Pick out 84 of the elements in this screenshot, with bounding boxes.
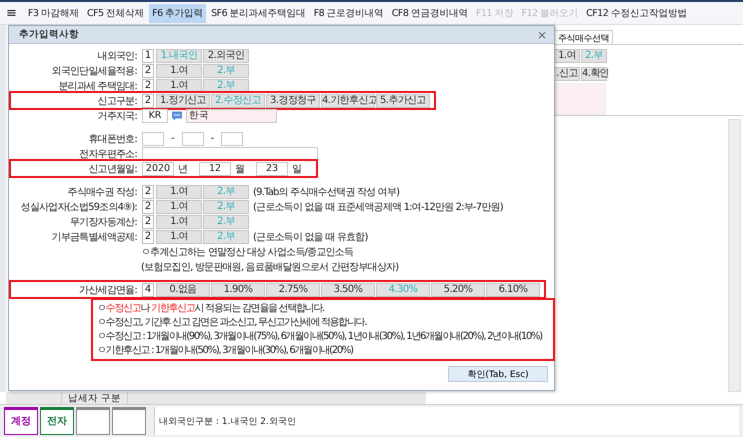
status-button[interactable] [76,407,110,435]
field-label: 내외국인: [96,50,138,62]
toolbar-button[interactable]: F6 추가입력 [149,4,206,22]
input-field[interactable] [142,132,164,146]
code-field[interactable]: 2 [142,78,154,92]
input-field[interactable] [221,132,244,146]
option-button[interactable]: 6.10% [486,282,540,296]
option-button[interactable]: 3.경정청구 [266,94,320,108]
field-label: 전자우편주소: [78,148,138,160]
code-field[interactable]: 4 [142,282,154,296]
note-text: ㅇ수정신고, 기간후 신고 감면은 과소신고, 무신고가산세에 적용합니다. [97,316,368,329]
menu-icon[interactable]: ≡ [6,6,17,20]
toolbar-button[interactable]: CF12 수정신고작업방법 [583,4,690,22]
note-text: ㅇ수정신고나 기한후신고시 적용되는 감면율을 선택합니다. [97,302,326,315]
toolbar-button[interactable]: F3 마감해제 [24,4,82,22]
toolbar-button[interactable]: SF6 분리과세주택임대 [208,4,309,22]
confirm-button[interactable]: 확인(Tab, Esc) [448,366,548,382]
code-field[interactable]: 2 [142,214,154,228]
field-label: 외국인단일세율적용: [50,64,138,78]
info-text: (보험모집인, 방문판매원, 음료품배달원으로서 간편장부대상자) [141,260,398,274]
tab[interactable]: 주식매수선택 [554,30,613,44]
status-button[interactable]: 전자 [40,407,74,435]
option-button[interactable]: .신고 [554,67,580,81]
option-button[interactable]: 1.여 [156,214,202,228]
option-button[interactable]: 1.여 [156,78,202,92]
field-label: 거주지국: [96,110,138,122]
option-button[interactable]: 4.기한후신고 [321,94,375,108]
unit-label: 년 [178,162,188,176]
code-field[interactable]: 2 [142,64,154,78]
country-code-field[interactable]: KR [142,108,168,122]
hint-text: (근로소득이 없을 때 표준세액공제액 1:여-12만원 2:부-7만원) [253,200,503,214]
country-name-field[interactable]: 한국 [186,108,277,122]
option-button[interactable]: 4.확인 [581,67,607,81]
option-button[interactable]: 1.정기신고 [156,94,210,108]
option-button[interactable]: 5.추가신고 [376,94,430,108]
chat-icon[interactable] [171,110,183,122]
status-message: 내외국인구분 : 1.내국인 2.외국인 [154,407,739,435]
date-field[interactable]: 2020 [142,162,174,176]
field-label: 휴대폰번호: [87,132,138,146]
unit-label: 월 [235,162,245,176]
separator-text: - [210,133,214,144]
option-button[interactable]: 1.여 [156,184,202,198]
date-field[interactable]: 23 [256,162,288,176]
field-label: 무기장자동계산: [69,216,138,228]
option-button[interactable]: 2.외국인 [203,48,249,62]
toolbar-button[interactable]: CF8 연금경비내역 [388,4,471,22]
scrollbar[interactable] [728,119,741,392]
option-button[interactable]: 1.여 [156,230,202,244]
input-field[interactable] [142,146,318,160]
option-button[interactable]: 1.여 [156,64,202,78]
option-button[interactable]: 3.50% [321,282,375,296]
code-field[interactable]: 2 [142,94,154,108]
field-label: 분리과세 주택임대: [57,80,138,92]
code-field[interactable]: 2 [142,200,154,214]
hint-text: (근로소득이 없을 때 유효함) [253,230,368,244]
option-button[interactable]: 2.75% [266,282,320,296]
note-text: ㅇ기한후신고 : 1개월이내(50%), 3개월이내(30%), 6개월이내(20%) [97,344,354,357]
date-field[interactable]: 12 [199,162,231,176]
note-text: ㅇ수정신고 : 1개월이내(90%), 3개월이내(75%), 6개월이내(50%), 1년이내(30%), 1년6개월이내(20%), 2년이내(10%) [97,330,544,343]
option-button[interactable]: 0.없음 [156,282,210,296]
hint-text: (9.Tab의 주식매수선택권 작성 여부) [253,186,400,198]
field-label: 신고년월일: [87,162,138,176]
toolbar-button[interactable]: CF5 전체삭제 [84,4,148,22]
field-label: 성실사업자(소법59조의4⑨): [20,200,138,214]
separator-text: - [171,133,175,144]
status-button[interactable]: 계정 [4,407,38,435]
option-button[interactable]: 1.여 [554,49,580,63]
info-text: ㅇ추계신고하는 연말정산 대상 사업소득/종교인소득 [141,246,354,258]
field-label: 주식매수권 작성: [66,186,138,198]
field-label: 신고구분: [96,94,138,108]
code-field[interactable]: 1 [142,48,154,62]
option-button[interactable]: 1.90% [211,282,265,296]
field-label: 기부금특별세액공제: [50,230,138,244]
option-button[interactable]: 5.20% [431,282,485,296]
status-button[interactable] [112,407,146,435]
option-button[interactable]: 1.여 [156,200,202,214]
close-button[interactable]: × [534,28,550,42]
toolbar-button[interactable]: F8 근로경비내역 [310,4,387,22]
input-field[interactable] [182,132,204,146]
code-field[interactable]: 2 [142,230,154,244]
code-field[interactable]: 2 [142,184,154,198]
dialog-title: 추가입력사항 [19,28,79,41]
unit-label: 일 [292,162,302,176]
field-label: 가산세감면율: [78,284,138,296]
